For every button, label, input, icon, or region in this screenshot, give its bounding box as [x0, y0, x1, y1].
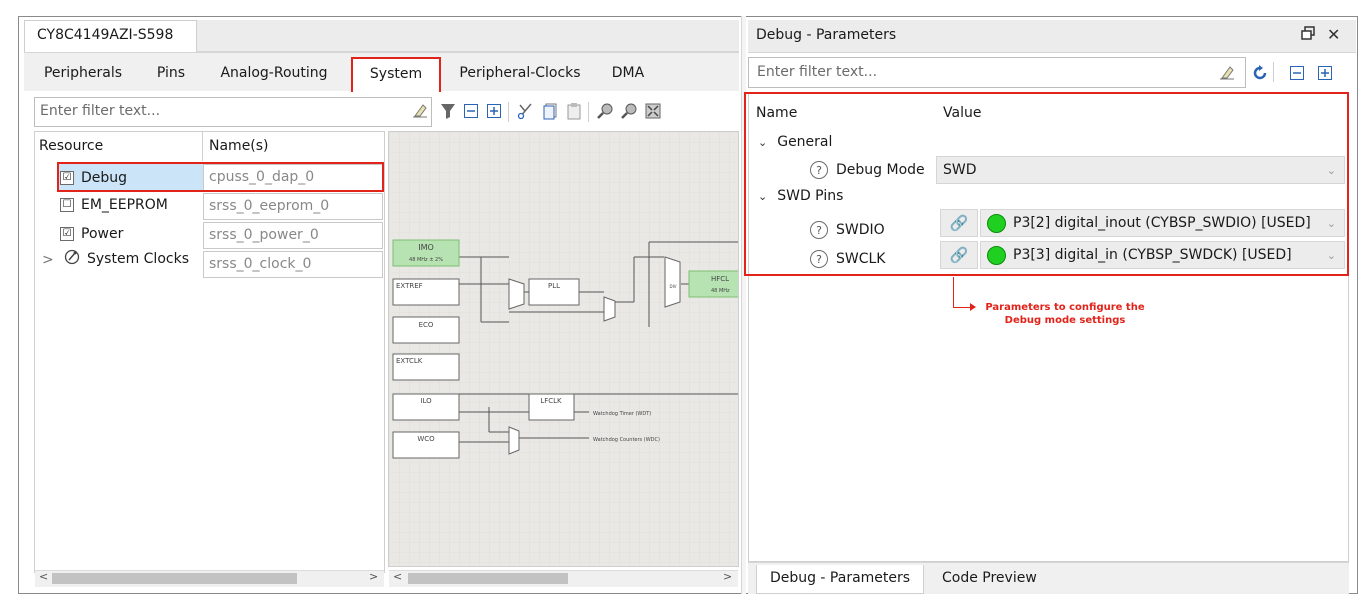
imo-label: IMO [418, 243, 434, 252]
tree-item-system-clocks[interactable]: System Clocks [64, 246, 189, 272]
system-clocks-name-field[interactable]: srss_0_clock_0 [203, 251, 383, 278]
toolbar-separator [508, 102, 509, 122]
document-tab[interactable]: CY8C4149AZI-S598 [24, 20, 197, 53]
em-eeprom-name-field[interactable]: srss_0_eeprom_0 [203, 193, 383, 220]
clock-wizard-icon [64, 249, 80, 269]
ilo-label: ILO [420, 397, 432, 405]
expand-chevron-icon[interactable]: > [42, 252, 54, 268]
expand-all-icon[interactable] [1314, 60, 1336, 86]
power-checkbox[interactable]: ☑ [60, 227, 74, 241]
system-clocks-label: System Clocks [87, 251, 189, 267]
wdc-label: Watchdog Counters (WDC) [593, 437, 660, 443]
em-eeprom-label: EM_EEPROM [81, 197, 168, 213]
column-divider [202, 131, 203, 161]
document-tab-bar [196, 20, 739, 52]
extref-label: EXTREF [396, 282, 423, 290]
power-label: Power [81, 226, 124, 242]
expand-all-icon[interactable] [483, 98, 505, 124]
eraser-icon[interactable] [409, 98, 431, 124]
lfclk-label: LFCLK [540, 397, 562, 405]
zoom-out-icon[interactable] [618, 98, 640, 124]
panel-title: Debug - Parameters [748, 20, 1356, 53]
em-eeprom-checkbox[interactable]: ☐ [60, 198, 74, 212]
toolbar-separator [588, 102, 589, 122]
zoom-fit-icon[interactable] [642, 98, 664, 124]
paste-icon[interactable] [563, 98, 585, 124]
diagram-scroll-thumb[interactable] [408, 573, 568, 584]
wdt-label: Watchdog Timer (WDT) [593, 411, 651, 417]
wco-label: WCO [417, 435, 435, 443]
clock-diagram-canvas[interactable]: IMO 48 MHz ± 2% EXTREF PLL ECO HFCL 48 M… [388, 131, 739, 567]
resource-filter-input[interactable]: Enter filter text... [34, 97, 432, 127]
column-names: Name(s) [209, 138, 269, 154]
annotation-line [953, 277, 954, 308]
tab-code-preview[interactable]: Code Preview [942, 565, 1052, 594]
extclk-label: EXTCLK [396, 357, 423, 365]
eraser-icon[interactable] [1216, 60, 1238, 86]
power-name-field[interactable]: srss_0_power_0 [203, 222, 383, 249]
copy-icon[interactable] [539, 98, 561, 124]
tree-scroll-thumb[interactable] [52, 573, 297, 584]
tab-system[interactable]: System [351, 57, 441, 92]
collapse-all-icon[interactable] [460, 98, 482, 124]
refresh-icon[interactable] [1249, 60, 1271, 86]
pll-label: PLL [548, 282, 560, 290]
scroll-right-icon[interactable]: > [369, 570, 378, 583]
tree-item-em-eeprom[interactable]: ☐ EM_EEPROM [60, 192, 168, 218]
tab-peripherals[interactable]: Peripherals [32, 58, 134, 90]
parameters-highlight-box [744, 92, 1349, 276]
zoom-in-icon[interactable] [594, 98, 616, 124]
hfclk-frequency: 48 MHz [711, 288, 730, 294]
tree-item-power[interactable]: ☑ Power [60, 221, 123, 247]
scroll-left-icon[interactable]: < [393, 570, 402, 583]
scroll-left-icon[interactable]: < [39, 570, 48, 583]
float-window-icon[interactable] [1301, 26, 1315, 44]
collapse-all-icon[interactable] [1286, 60, 1308, 86]
parameters-filter-input[interactable]: Enter filter text... [748, 57, 1246, 88]
tab-pins[interactable]: Pins [146, 58, 196, 90]
debug-row-highlight-box [57, 162, 384, 192]
cut-icon[interactable] [514, 98, 536, 124]
eco-label: ECO [419, 321, 434, 329]
filter-icon[interactable] [437, 98, 459, 124]
column-resource: Resource [39, 138, 104, 154]
imo-frequency: 48 MHz ± 2% [409, 257, 443, 263]
close-icon[interactable]: ✕ [1327, 25, 1340, 44]
mux-label: DIV [670, 284, 677, 289]
annotation-text: Parameters to configure the Debug mode s… [985, 302, 1145, 326]
tab-debug-parameters[interactable]: Debug - Parameters [756, 565, 924, 594]
scroll-right-icon[interactable]: > [723, 570, 732, 583]
tab-peripheral-clocks[interactable]: Peripheral-Clocks [446, 58, 594, 90]
hfclk-label: HFCL [711, 275, 729, 283]
toolbar-separator [1273, 62, 1274, 82]
tab-analog-routing[interactable]: Analog-Routing [204, 58, 344, 90]
tab-dma[interactable]: DMA [598, 58, 658, 90]
